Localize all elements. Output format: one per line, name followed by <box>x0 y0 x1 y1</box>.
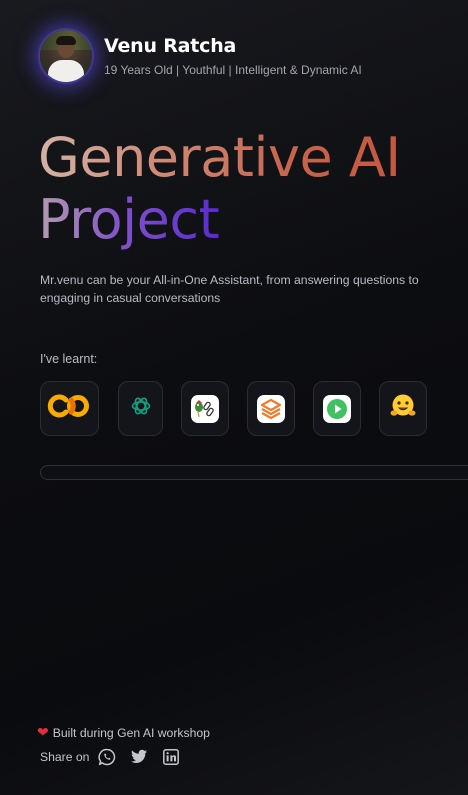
app-root: Venu Ratcha 19 Years Old | Youthful | In… <box>0 0 468 795</box>
tool-layers[interactable] <box>247 381 295 436</box>
profile-text: Venu Ratcha 19 Years Old | Youthful | In… <box>104 35 362 77</box>
profile-name: Venu Ratcha <box>104 35 237 57</box>
tool-play[interactable] <box>313 381 361 436</box>
profile-tagline: 19 Years Old | Youthful | Intelligent & … <box>104 63 362 77</box>
langchain-icon <box>191 394 219 423</box>
footer-note: ❤ Built during Gen AI workshop <box>37 724 210 741</box>
google-colab-icon <box>47 392 93 425</box>
share-row: Share on <box>40 747 193 767</box>
layers-stack-icon <box>257 394 285 423</box>
profile-header: Venu Ratcha 19 Years Old | Youthful | In… <box>40 30 362 82</box>
footer-note-text: Built during Gen AI workshop <box>52 725 210 740</box>
tool-hugging-face[interactable] <box>379 381 427 436</box>
hero-title: Generative AI Project <box>38 127 401 251</box>
tool-langchain[interactable] <box>181 381 229 436</box>
avatar <box>40 30 92 82</box>
hero-title-line-1: Generative AI <box>38 126 401 189</box>
hero-title-line-2: Project <box>38 188 220 251</box>
tool-openai[interactable] <box>118 381 163 436</box>
linkedin-icon[interactable] <box>161 747 181 767</box>
hugging-face-icon <box>389 392 417 425</box>
tool-colab[interactable] <box>40 381 99 436</box>
heart-icon: ❤ <box>37 724 49 740</box>
whatsapp-icon[interactable] <box>97 747 117 767</box>
share-label: Share on <box>40 750 90 764</box>
progress-bar <box>40 465 468 480</box>
learnt-label: I've learnt: <box>40 352 98 366</box>
tools-list <box>40 381 440 437</box>
play-button-icon <box>323 394 351 423</box>
openai-icon <box>130 395 152 422</box>
project-description: Mr.venu can be your All-in-One Assistant… <box>40 273 419 305</box>
twitter-icon[interactable] <box>129 747 149 767</box>
